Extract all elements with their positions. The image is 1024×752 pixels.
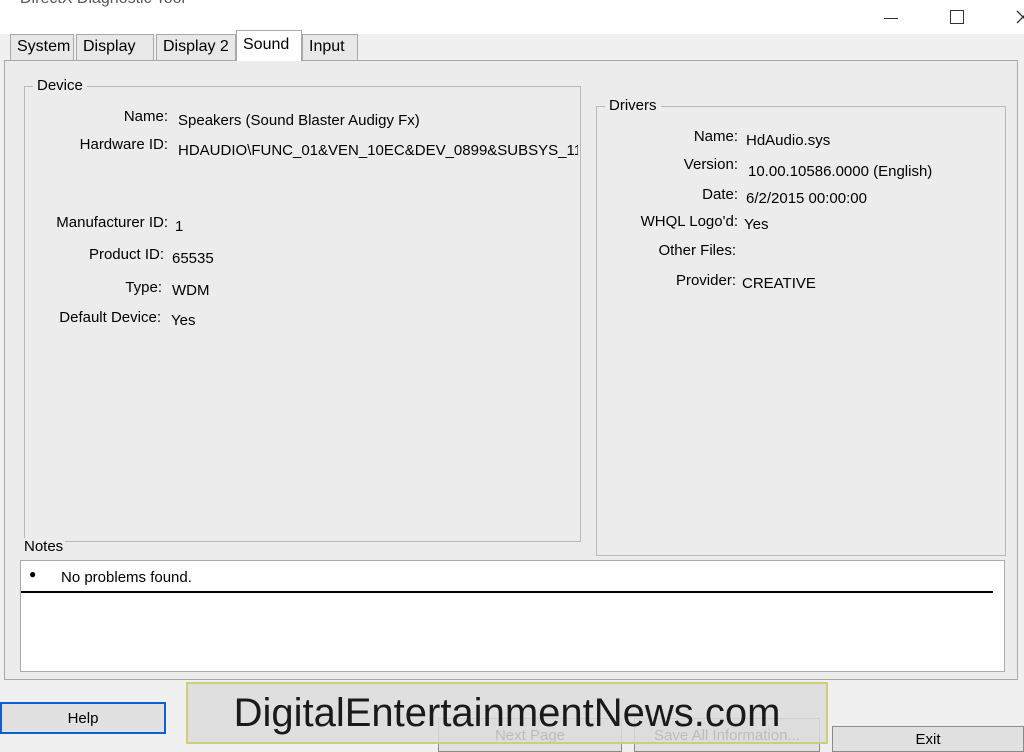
driver-date-value: 6/2/2015 00:00:00 <box>746 190 867 207</box>
product-id-value: 65535 <box>172 250 214 267</box>
watermark-banner: DigitalEntertainmentNews.com <box>186 682 828 744</box>
tab-input[interactable]: Input <box>302 34 358 60</box>
bullet-icon: ● <box>29 567 37 581</box>
close-button[interactable] <box>1000 0 1024 34</box>
maximize-button[interactable] <box>934 0 980 34</box>
driver-date-label: Date: <box>702 186 738 203</box>
window-title: DirectX Diagnostic Tool <box>20 0 185 8</box>
hardware-id-value: HDAUDIO\FUNC_01&VEN_10EC&DEV_0899&SUBSYS… <box>178 142 578 159</box>
device-legend: Device <box>33 77 87 94</box>
notes-divider <box>21 591 993 593</box>
driver-version-value: 10.00.10586.0000 (English) <box>748 163 933 180</box>
manufacturer-id-label: Manufacturer ID: <box>56 214 168 231</box>
type-label: Type: <box>125 279 162 296</box>
whql-label: WHQL Logo'd: <box>640 213 738 230</box>
minimize-icon <box>884 17 898 19</box>
exit-button[interactable]: Exit <box>832 726 1024 752</box>
note-item: No problems found. <box>61 569 192 586</box>
driver-name-label: Name: <box>693 128 738 145</box>
notes-box[interactable]: ● No problems found. <box>20 560 1005 672</box>
provider-value: CREATIVE <box>742 275 816 292</box>
help-button[interactable]: Help <box>0 702 166 734</box>
device-name-value: Speakers (Sound Blaster Audigy Fx) <box>178 112 420 129</box>
other-files-label: Other Files: <box>658 242 736 259</box>
tab-system[interactable]: System <box>10 34 74 60</box>
default-device-label: Default Device: <box>59 309 161 326</box>
close-icon <box>1016 10 1024 24</box>
hardware-id-label: Hardware ID: <box>79 136 168 153</box>
tab-display-1[interactable]: Display 1 <box>76 34 154 79</box>
drivers-legend: Drivers <box>605 97 661 114</box>
device-name-label: Name: <box>123 108 168 125</box>
product-id-label: Product ID: <box>88 246 164 263</box>
notes-legend: Notes <box>22 538 66 555</box>
provider-label: Provider: <box>675 272 736 289</box>
whql-value: Yes <box>744 216 769 233</box>
driver-name-value: HdAudio.sys <box>746 132 831 149</box>
manufacturer-id-value: 1 <box>175 218 184 235</box>
type-value: WDM <box>172 282 210 299</box>
minimize-button[interactable] <box>868 0 914 34</box>
tab-display-2[interactable]: Display 2 <box>156 34 236 60</box>
maximize-icon <box>950 10 964 24</box>
default-device-value: Yes <box>171 312 196 329</box>
driver-version-label: Version: <box>683 156 738 173</box>
tab-sound[interactable]: Sound <box>236 30 302 61</box>
title-bar: DirectX Diagnostic Tool <box>0 0 1024 34</box>
